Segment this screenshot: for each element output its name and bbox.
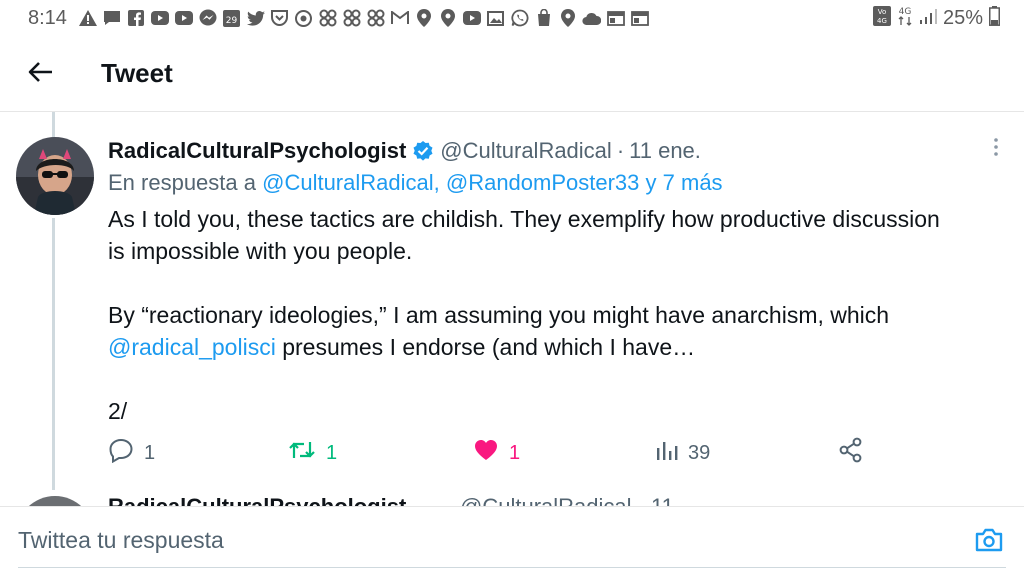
avatar — [16, 496, 94, 506]
maps-pin-icon — [438, 9, 457, 28]
shopping-icon — [534, 9, 553, 28]
like-count: 1 — [509, 441, 521, 464]
battery-icon — [989, 5, 1000, 31]
calendar-icon: 29 — [222, 9, 241, 28]
retweet-icon — [288, 438, 316, 468]
share-icon — [838, 437, 864, 469]
reply-composer: Twittea tu respuesta — [0, 506, 1024, 576]
app-icon — [342, 9, 361, 28]
reply-input[interactable]: Twittea tu respuesta — [18, 527, 224, 554]
cloud-icon — [582, 9, 601, 28]
more-vertical-icon — [993, 137, 999, 162]
browser-icon — [606, 9, 625, 28]
browser-icon — [630, 9, 649, 28]
author-name[interactable]: RadicalCulturalPsychologist — [108, 138, 406, 164]
share-button[interactable] — [838, 437, 864, 469]
next-tweet-preview[interactable]: RadicalCulturalPsychologist @CulturalRad… — [0, 492, 1024, 506]
author-handle: @CulturalRadical · 11 — [460, 494, 674, 506]
views-count: 39 — [688, 441, 711, 464]
reply-button[interactable]: 1 — [108, 438, 155, 468]
analytics-icon — [656, 439, 678, 467]
mention-link[interactable]: @radical_polisci — [108, 334, 276, 360]
input-underline — [18, 567, 1006, 568]
chat-icon — [102, 9, 121, 28]
status-bar: 8:14 29 Vo 4G 4G 25% — [0, 0, 1024, 36]
mention-link[interactable]: @CulturalRadical, — [262, 170, 440, 195]
volte-icon: Vo 4G — [872, 5, 891, 31]
tweet-text-line: 2/ — [108, 398, 128, 424]
mention-link[interactable]: @RandomPoster33 — [446, 170, 640, 195]
system-icons: Vo 4G 4G 25% — [872, 5, 1000, 32]
battery-percent: 25% — [942, 6, 983, 29]
gallery-icon — [486, 9, 505, 28]
thread-connector — [52, 218, 55, 490]
camera-button[interactable] — [973, 527, 1005, 557]
retweet-count: 1 — [326, 441, 338, 464]
tweet-text-line: @radical_polisci presumes I endorse (and… — [108, 331, 1008, 363]
svg-text:4G: 4G — [899, 7, 912, 17]
views-button[interactable]: 39 — [656, 438, 710, 468]
more-options-button[interactable] — [985, 137, 1007, 162]
separator-dot: · — [616, 138, 625, 163]
maps-pin-icon — [558, 9, 577, 28]
tweet-header: RadicalCulturalPsychologist @CulturalRad… — [108, 137, 701, 165]
gmail-icon — [390, 9, 409, 28]
tweet-text-line: is impossible with you people. — [108, 238, 413, 264]
messenger-icon — [198, 9, 217, 28]
tweet-text-fragment: presumes I endorse (and which I have… — [275, 334, 696, 360]
avatar[interactable] — [16, 137, 94, 215]
camera-icon — [974, 527, 1004, 558]
signal-icon — [919, 7, 937, 30]
reply-prefix: En respuesta a — [108, 170, 256, 195]
network-type-icon: 4G — [897, 5, 913, 32]
heart-icon — [473, 438, 499, 468]
youtube-icon — [462, 9, 481, 28]
tweet-date[interactable]: 11 ene. — [629, 138, 701, 164]
author-name: RadicalCulturalPsychologist — [108, 494, 406, 506]
tweet-text-line: As I told you, these tactics are childis… — [108, 206, 940, 232]
whatsapp-icon — [510, 9, 529, 28]
app-icon — [318, 9, 337, 28]
notification-icons: 29 — [78, 8, 649, 28]
replying-to: En respuesta a @CulturalRadical, @Random… — [108, 170, 723, 196]
maps-pin-icon — [414, 9, 433, 28]
page-title: Tweet — [101, 58, 173, 88]
author-handle[interactable]: @CulturalRadical — [440, 138, 612, 164]
reply-count: 1 — [144, 441, 156, 464]
youtube-icon — [150, 9, 169, 28]
tweet-text-line: By “reactionary ideologies,” I am assumi… — [108, 302, 890, 328]
arrow-left-icon — [27, 61, 53, 88]
youtube-icon — [174, 9, 193, 28]
svg-text:29: 29 — [226, 16, 238, 26]
svg-text:Vo: Vo — [878, 8, 887, 16]
thread-connector-top — [52, 112, 55, 138]
reply-icon — [108, 437, 134, 469]
alert-icon — [78, 9, 97, 28]
status-time: 8:14 — [28, 7, 67, 29]
app-icon — [366, 9, 385, 28]
verified-badge-icon — [412, 140, 434, 162]
retweet-button[interactable]: 1 — [288, 438, 337, 468]
facebook-icon — [126, 9, 145, 28]
svg-text:4G: 4G — [877, 17, 887, 25]
back-button[interactable] — [22, 56, 58, 92]
top-app-bar: Tweet — [0, 36, 1024, 112]
pocket-icon — [270, 9, 289, 28]
like-button[interactable]: 1 — [473, 438, 520, 468]
twitter-icon — [246, 9, 265, 28]
chrome-icon — [294, 9, 313, 28]
more-mentions-link[interactable]: y 7 más — [646, 170, 723, 195]
